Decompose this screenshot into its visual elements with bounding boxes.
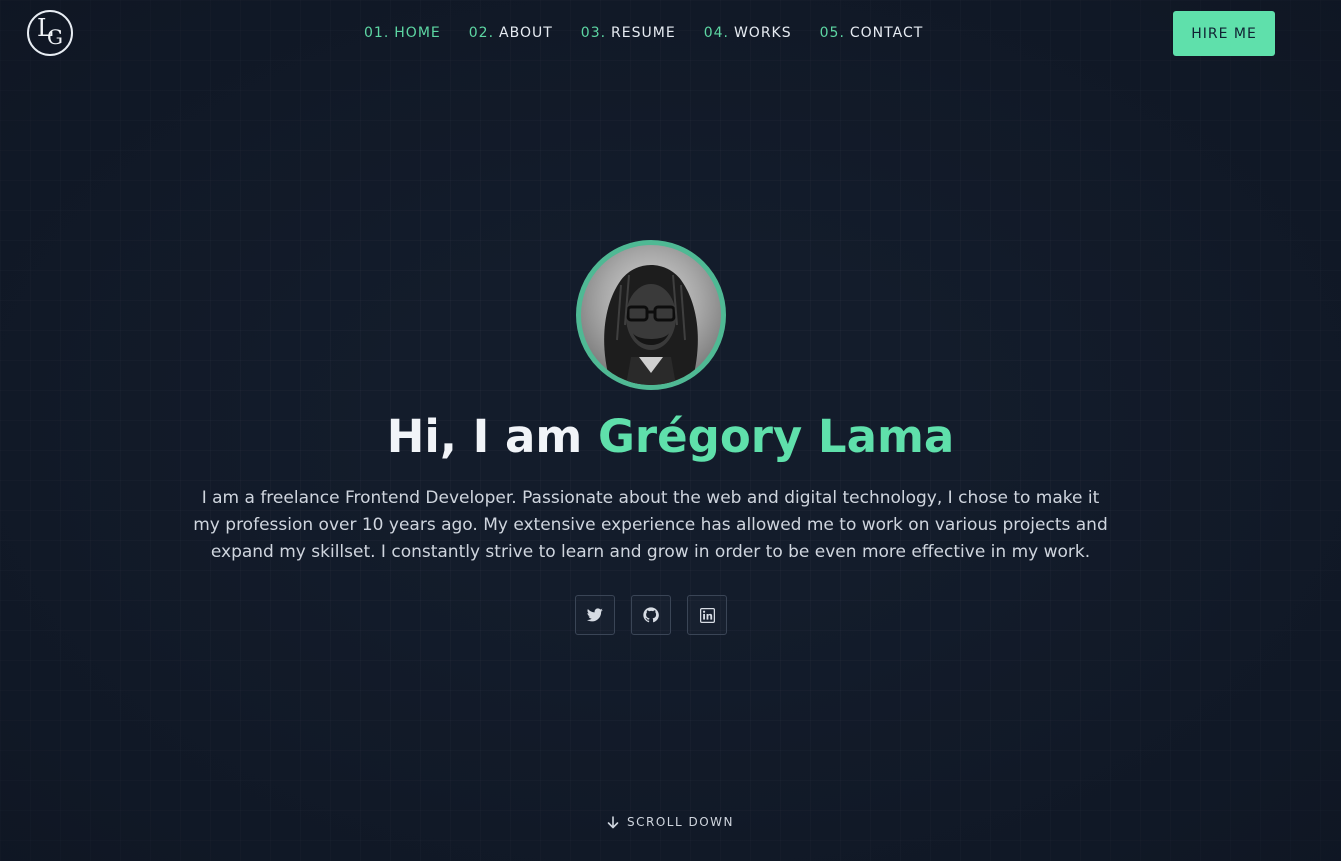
twitter-button[interactable] [575,595,615,635]
nav-item-contact[interactable]: 05. CONTACT [820,25,924,41]
nav-item-label: CONTACT [849,25,924,41]
arrow-down-icon [607,815,619,828]
page: L G 01. HOME 02. ABOUT 03. RESUME 04. WORKS … [0,0,1341,861]
hero-greeting: Hi, I am [386,410,598,463]
nav-item-label: ABOUT [499,25,553,41]
github-icon [643,607,659,623]
main-nav: 01. HOME 02. ABOUT 03. RESUME 04. WORKS 05. C… [364,25,923,41]
hire-me-button[interactable]: HIRE ME [1173,11,1275,56]
nav-item-number: 04. [703,25,729,41]
scroll-down-label: SCROLL DOWN [627,815,734,829]
avatar-portrait-illustration [604,265,698,385]
twitter-icon [587,608,603,622]
nav-item-label: RESUME [611,25,676,41]
navbar: L G 01. HOME 02. ABOUT 03. RESUME 04. WORKS … [0,0,1341,68]
hero-name: Grégory Lama [597,410,955,463]
nav-item-label: HOME [394,25,441,41]
nav-item-number: 02. [468,25,495,41]
linkedin-button[interactable] [687,595,727,635]
linkedin-icon [699,607,715,623]
logo-letter-g: G [47,25,63,49]
hero-bio: I am a freelance Frontend Developer. Pas… [193,488,1108,562]
scroll-down-link[interactable]: SCROLL DOWN [0,815,1341,829]
avatar [576,240,726,390]
nav-item-about[interactable]: 02. ABOUT [469,25,553,41]
nav-item-number: 01. [364,25,390,41]
nav-item-works[interactable]: 04. WORKS [704,25,792,41]
nav-item-label: WORKS [733,25,792,41]
github-button[interactable] [631,595,671,635]
nav-item-resume[interactable]: 03. RESUME [581,25,676,41]
nav-item-number: 05. [819,25,845,41]
nav-item-number: 03. [580,25,607,41]
nav-item-home[interactable]: 01. HOME [364,25,441,41]
hero-title: Hi, I am Grégory Lama [0,408,1341,466]
social-links [575,595,727,635]
site-logo[interactable]: L G [27,10,73,56]
